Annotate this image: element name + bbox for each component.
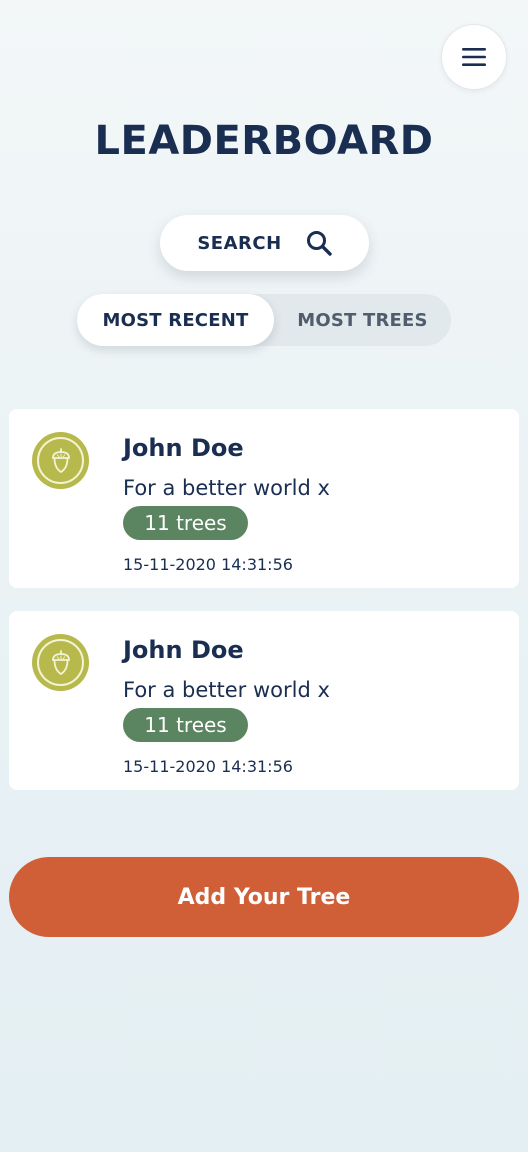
acorn-icon bbox=[51, 447, 70, 473]
search-button[interactable]: SEARCH bbox=[160, 215, 369, 271]
search-button-label: SEARCH bbox=[197, 232, 282, 254]
leaderboard-entry[interactable]: John Doe For a better world x 11 trees 1… bbox=[9, 611, 519, 790]
search-icon bbox=[306, 231, 332, 256]
sort-tabs: MOST RECENT MOST TREES bbox=[77, 294, 451, 346]
entry-timestamp: 15-11-2020 14:31:56 bbox=[123, 555, 293, 574]
tab-most-trees[interactable]: MOST TREES bbox=[274, 294, 451, 346]
page-title: LEADERBOARD bbox=[94, 118, 434, 164]
entry-name: John Doe bbox=[123, 434, 244, 462]
hamburger-icon bbox=[462, 48, 486, 66]
tree-count-badge: 11 trees bbox=[123, 506, 248, 540]
menu-button[interactable] bbox=[441, 24, 507, 90]
acorn-icon bbox=[51, 649, 70, 675]
entry-message: For a better world x bbox=[123, 476, 330, 500]
avatar bbox=[32, 634, 89, 691]
tree-count-badge: 11 trees bbox=[123, 708, 248, 742]
avatar bbox=[32, 432, 89, 489]
entry-timestamp: 15-11-2020 14:31:56 bbox=[123, 757, 293, 776]
entry-name: John Doe bbox=[123, 636, 244, 664]
leaderboard-entry[interactable]: John Doe For a better world x 11 trees 1… bbox=[9, 409, 519, 588]
entry-message: For a better world x bbox=[123, 678, 330, 702]
add-your-tree-button[interactable]: Add Your Tree bbox=[9, 857, 519, 937]
tab-most-recent[interactable]: MOST RECENT bbox=[77, 294, 274, 346]
